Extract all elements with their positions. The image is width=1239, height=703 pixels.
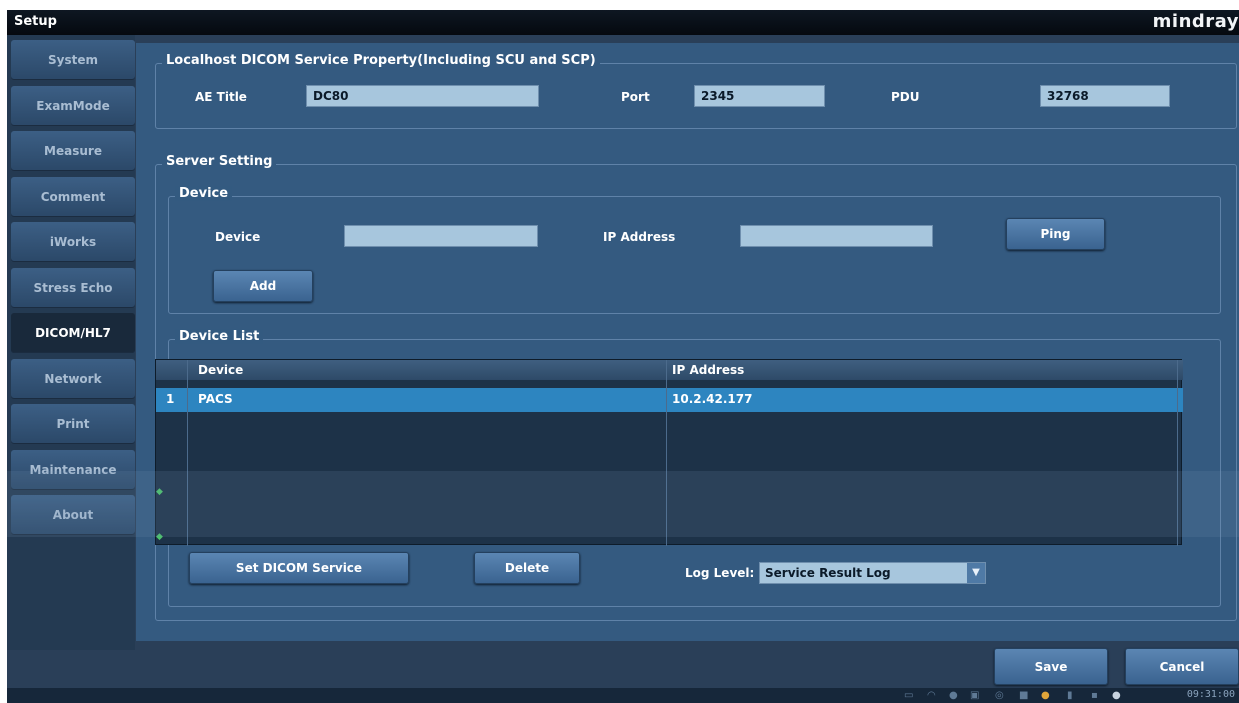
column-divider [666,360,667,546]
device-list-title: Device List [175,329,264,344]
row-device: PACS [198,392,233,406]
localhost-group-title: Localhost DICOM Service Property(Includi… [162,53,600,68]
sidebar-item-print[interactable]: Print [11,404,135,444]
table-row[interactable]: 1 PACS 10.2.42.177 [156,388,1183,412]
column-header-ip-address[interactable]: IP Address [672,363,744,377]
sidebar-item-system[interactable]: System [11,40,135,80]
system-clock: 09:31:00 [1186,689,1235,700]
pdu-label: PDU [891,90,920,104]
server-setting-title: Server Setting [162,154,277,169]
localhost-dicom-group: Localhost DICOM Service Property(Includi… [155,53,1237,129]
tray-battery-icon: ▮ [1067,690,1073,701]
set-dicom-service-button[interactable]: Set DICOM Service [189,552,409,584]
row-ip-address: 10.2.42.177 [672,392,753,406]
tray-dvd-icon: ◎ [995,690,1004,701]
dropdown-arrow-icon[interactable]: ▼ [967,563,985,583]
ip-address-label: IP Address [603,230,676,244]
sidebar-item-exammode[interactable]: ExamMode [11,86,135,126]
sidebar-item-measure[interactable]: Measure [11,131,135,171]
sidebar-item-dicom-hl7[interactable]: DICOM/HL7 [11,313,135,353]
sidebar-item-maintenance[interactable]: Maintenance [11,450,135,490]
cursor-marker-icon: ◆ [156,532,163,542]
title-bar: Setup mindray [7,10,1239,35]
sidebar-item-stress-echo[interactable]: Stress Echo [11,268,135,308]
column-divider [1177,360,1178,546]
column-divider [187,360,188,546]
dicom-settings-panel: Localhost DICOM Service Property(Includi… [136,43,1239,641]
table-header: Device IP Address [156,360,1183,380]
device-list-table: Device IP Address 1 PACS 10.2.42.177 ◆ ◆ [155,359,1183,546]
system-status-bar: ▭ ◠ ● ▣ ◎ ■ ● ▮ ▪ ● 09:31:00 [7,688,1239,703]
tray-storage-icon: ■ [1019,690,1029,701]
device-name-input[interactable] [344,225,538,247]
window-title: Setup [14,14,57,29]
tray-disk-icon: ● [949,690,958,701]
row-index: 1 [166,392,175,406]
log-level-value: Service Result Log [765,566,891,580]
sidebar-item-network[interactable]: Network [11,359,135,399]
brand-logo: mindray [1152,11,1239,32]
tray-warning-icon: ● [1041,690,1050,701]
device-group: Device Device IP Address Ping Add [168,186,1221,314]
sidebar-item-comment[interactable]: Comment [11,177,135,217]
port-label: Port [621,90,650,104]
setup-sidebar: System ExamMode Measure Comment iWorks S… [7,35,135,650]
ae-title-label: AE Title [195,90,247,104]
ae-title-input[interactable] [306,85,539,107]
cursor-marker-icon: ◆ [156,487,163,497]
pdu-input[interactable] [1040,85,1170,107]
port-input[interactable] [694,85,825,107]
ip-address-input[interactable] [740,225,933,247]
device-group-title: Device [175,186,233,201]
ultrasound-setup-screen: Setup mindray System ExamMode Measure Co… [7,10,1239,703]
tray-keyboard-icon: ▪ [1091,690,1098,701]
tray-network-icon: ◠ [927,690,936,701]
sidebar-item-iworks[interactable]: iWorks [11,222,135,262]
sidebar-item-about[interactable]: About [11,495,135,535]
cancel-button[interactable]: Cancel [1125,648,1239,685]
tray-printer-icon: ▣ [970,690,980,701]
log-level-label: Log Level: [685,566,755,580]
add-device-button[interactable]: Add [213,270,313,302]
log-level-select[interactable]: Service Result Log ▼ [759,562,986,584]
device-label: Device [215,230,261,244]
tray-usb-icon: ▭ [904,690,914,701]
save-button[interactable]: Save [994,648,1108,685]
ping-button[interactable]: Ping [1006,218,1105,250]
tray-help-icon: ● [1112,690,1121,701]
column-header-device[interactable]: Device [198,363,243,377]
delete-device-button[interactable]: Delete [474,552,580,584]
